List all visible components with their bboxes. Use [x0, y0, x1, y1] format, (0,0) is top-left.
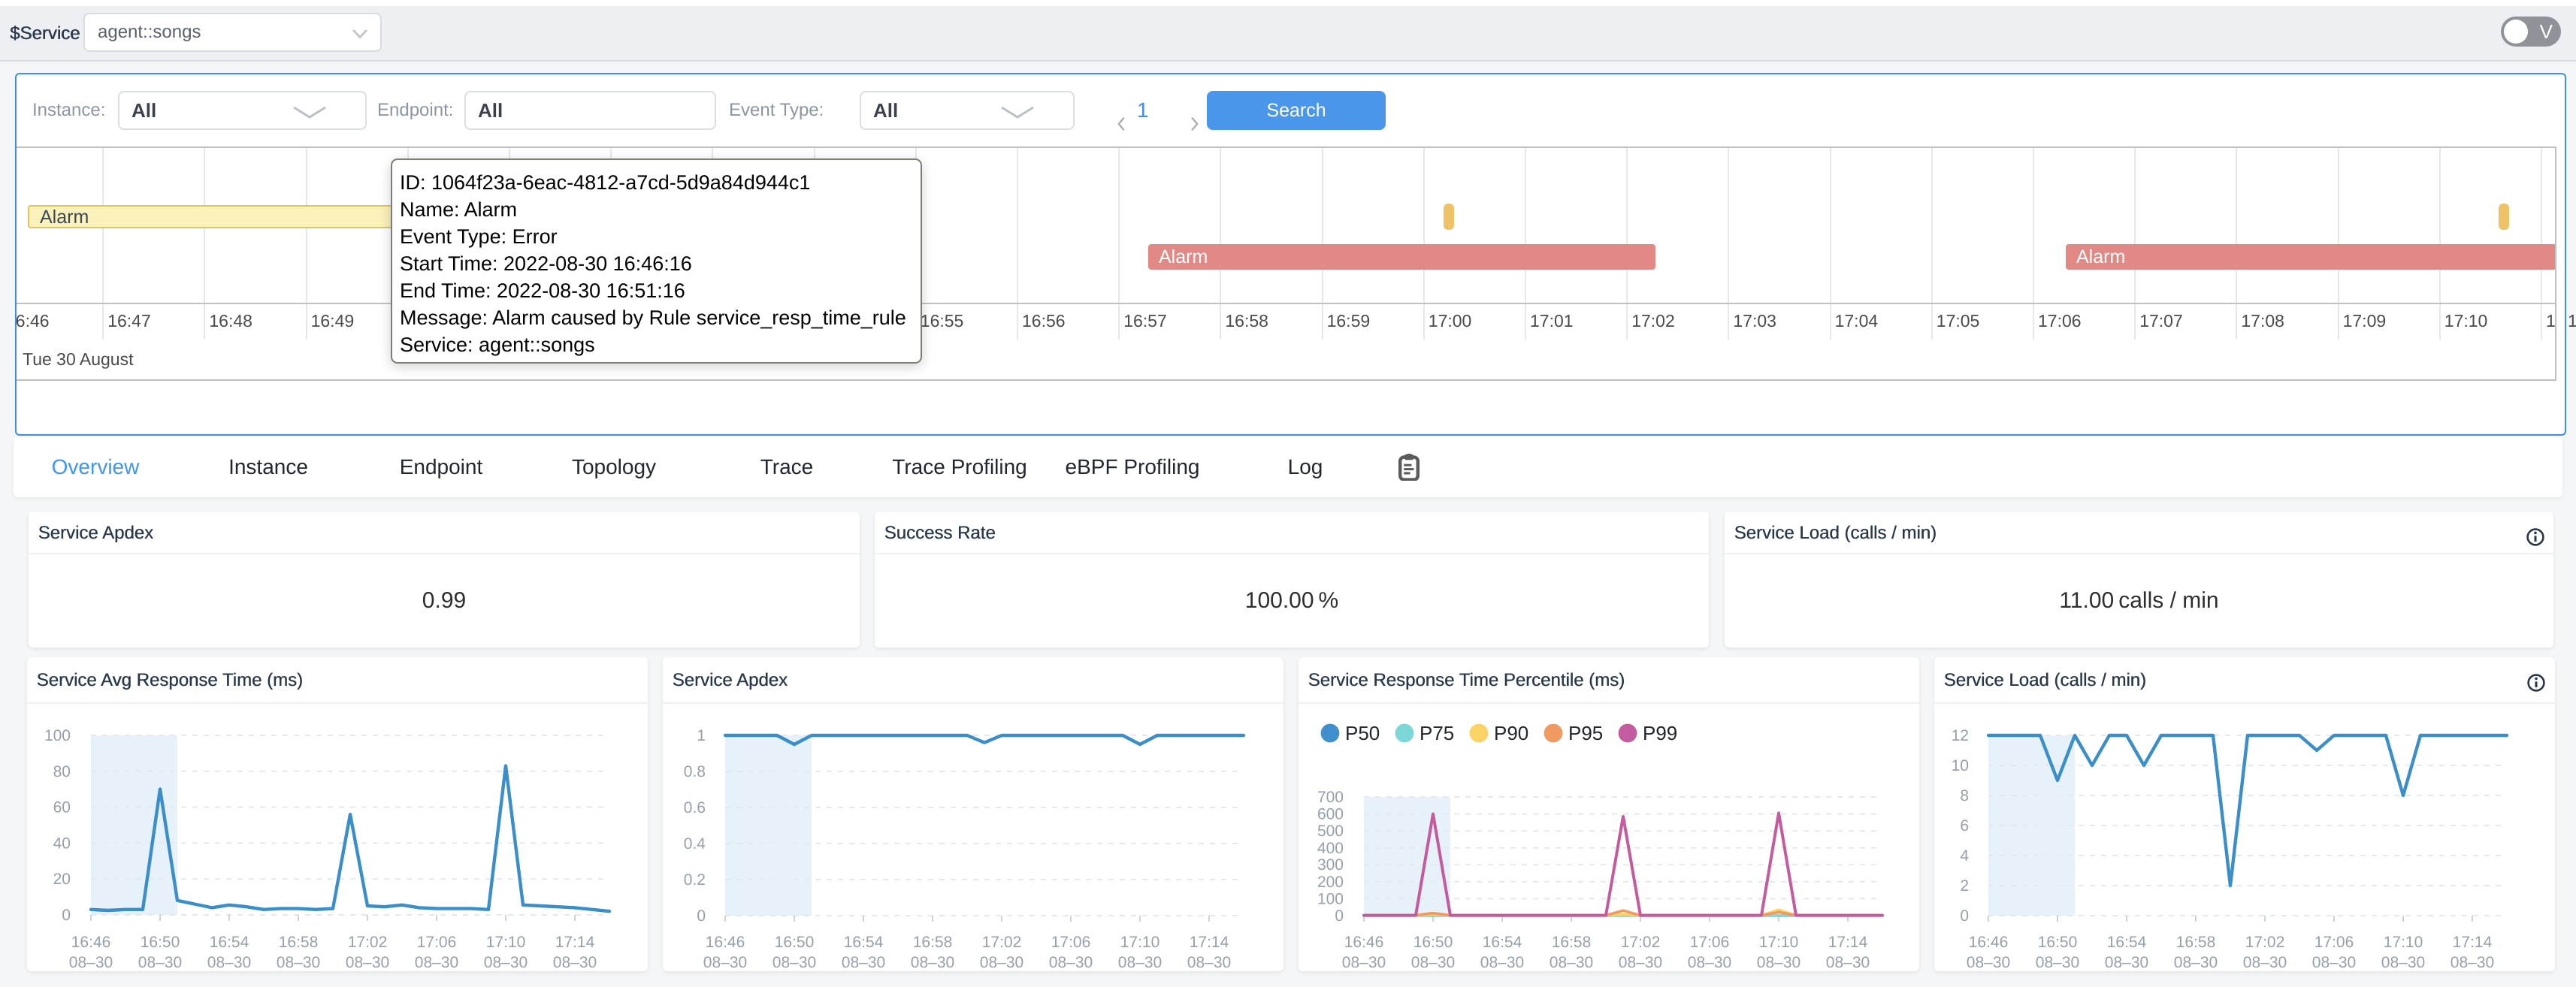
svg-text:08–30: 08–30: [703, 954, 748, 971]
svg-text:16:50: 16:50: [775, 934, 815, 952]
svg-text:16:50: 16:50: [141, 934, 180, 952]
svg-text:10: 10: [1952, 757, 1970, 775]
svg-text:P90: P90: [1494, 722, 1528, 744]
svg-text:600: 600: [1317, 806, 1344, 824]
svg-text:700: 700: [1317, 789, 1344, 807]
svg-text:08–30: 08–30: [1619, 954, 1663, 971]
svg-text:17:06: 17:06: [417, 934, 457, 952]
svg-text:08–30: 08–30: [1757, 954, 1801, 971]
svg-text:08–30: 08–30: [1688, 954, 1732, 971]
svg-text:P75: P75: [1420, 722, 1454, 744]
svg-text:0.6: 0.6: [684, 799, 706, 817]
svg-text:08–30: 08–30: [415, 954, 459, 971]
svg-text:16:46: 16:46: [706, 934, 745, 952]
svg-text:16:46: 16:46: [71, 934, 111, 952]
svg-text:17:02: 17:02: [348, 934, 388, 952]
svg-text:500: 500: [1317, 822, 1344, 841]
svg-text:08–30: 08–30: [1826, 954, 1870, 971]
svg-text:08–30: 08–30: [2451, 954, 2495, 971]
svg-text:08–30: 08–30: [2312, 954, 2357, 971]
svg-text:17:14: 17:14: [1828, 934, 1868, 952]
svg-text:08–30: 08–30: [980, 954, 1024, 971]
svg-text:16:58: 16:58: [913, 934, 953, 952]
svg-text:0.4: 0.4: [684, 835, 706, 853]
svg-text:17:10: 17:10: [1759, 934, 1799, 952]
svg-text:17:10: 17:10: [2384, 934, 2423, 952]
svg-text:08–30: 08–30: [2036, 954, 2080, 971]
svg-text:08–30: 08–30: [911, 954, 955, 971]
svg-text:08–30: 08–30: [484, 954, 528, 971]
svg-text:6: 6: [1960, 817, 1969, 835]
svg-text:08–30: 08–30: [2174, 954, 2218, 971]
svg-text:17:10: 17:10: [486, 934, 526, 952]
svg-text:P95: P95: [1568, 722, 1603, 744]
svg-text:08–30: 08–30: [2105, 954, 2149, 971]
svg-text:300: 300: [1317, 856, 1344, 874]
svg-text:80: 80: [53, 763, 71, 781]
svg-text:16:46: 16:46: [1344, 934, 1384, 952]
svg-text:100: 100: [44, 727, 71, 745]
svg-text:17:06: 17:06: [2314, 934, 2354, 952]
svg-text:08–30: 08–30: [2243, 954, 2287, 971]
svg-text:0: 0: [62, 907, 71, 925]
svg-text:17:10: 17:10: [1120, 934, 1160, 952]
svg-text:08–30: 08–30: [138, 954, 183, 971]
svg-text:17:02: 17:02: [982, 934, 1022, 952]
svg-text:08–30: 08–30: [346, 954, 390, 971]
svg-text:16:46: 16:46: [1969, 934, 2009, 952]
svg-text:2: 2: [1960, 877, 1969, 895]
svg-text:20: 20: [53, 871, 71, 889]
svg-text:08–30: 08–30: [1967, 954, 2011, 971]
svg-text:12: 12: [1952, 727, 1970, 745]
svg-text:60: 60: [53, 799, 71, 817]
svg-text:17:02: 17:02: [1621, 934, 1661, 952]
svg-text:16:50: 16:50: [2038, 934, 2078, 952]
svg-text:08–30: 08–30: [2381, 954, 2426, 971]
svg-text:16:50: 16:50: [1413, 934, 1453, 952]
svg-text:0.2: 0.2: [684, 871, 706, 889]
svg-text:4: 4: [1960, 847, 1969, 865]
svg-text:17:14: 17:14: [1190, 934, 1229, 952]
svg-text:17:02: 17:02: [2245, 934, 2285, 952]
svg-text:08–30: 08–30: [69, 954, 113, 971]
svg-text:08–30: 08–30: [553, 954, 597, 971]
svg-text:16:58: 16:58: [2176, 934, 2216, 952]
svg-text:0: 0: [697, 907, 706, 925]
svg-text:40: 40: [53, 835, 71, 853]
svg-text:08–30: 08–30: [207, 954, 252, 971]
svg-text:08–30: 08–30: [277, 954, 321, 971]
svg-text:100: 100: [1317, 890, 1344, 908]
svg-text:08–30: 08–30: [1118, 954, 1163, 971]
svg-text:400: 400: [1317, 840, 1344, 858]
svg-text:16:54: 16:54: [210, 934, 249, 952]
svg-text:P50: P50: [1345, 722, 1380, 744]
svg-text:08–30: 08–30: [772, 954, 817, 971]
svg-text:200: 200: [1317, 874, 1344, 892]
svg-text:0: 0: [1960, 907, 1969, 925]
svg-text:16:54: 16:54: [2107, 934, 2147, 952]
svg-text:08–30: 08–30: [1411, 954, 1456, 971]
svg-text:16:58: 16:58: [279, 934, 319, 952]
svg-text:8: 8: [1960, 787, 1969, 805]
svg-text:08–30: 08–30: [1342, 954, 1386, 971]
svg-text:08–30: 08–30: [842, 954, 886, 971]
svg-text:17:14: 17:14: [2453, 934, 2493, 952]
svg-text:08–30: 08–30: [1049, 954, 1093, 971]
svg-text:08–30: 08–30: [1187, 954, 1232, 971]
svg-text:16:58: 16:58: [1552, 934, 1592, 952]
svg-text:17:14: 17:14: [555, 934, 595, 952]
svg-text:16:54: 16:54: [1483, 934, 1522, 952]
svg-text:08–30: 08–30: [1480, 954, 1525, 971]
svg-text:17:06: 17:06: [1690, 934, 1730, 952]
svg-text:17:06: 17:06: [1051, 934, 1091, 952]
svg-text:0.8: 0.8: [684, 763, 706, 781]
svg-text:16:54: 16:54: [844, 934, 884, 952]
svg-text:P99: P99: [1643, 722, 1677, 744]
svg-text:1: 1: [697, 727, 706, 745]
svg-text:08–30: 08–30: [1550, 954, 1594, 971]
svg-text:0: 0: [1335, 907, 1344, 925]
